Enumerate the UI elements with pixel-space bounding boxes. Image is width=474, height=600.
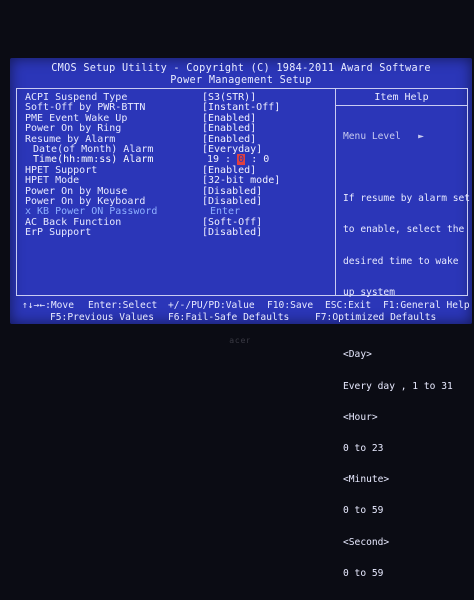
key-save: F10:Save: [267, 300, 314, 311]
help-day-heading: <Day>: [343, 349, 372, 361]
bios-screen: CMOS Setup Utility - Copyright (C) 1984-…: [10, 58, 472, 579]
help-text-line: If resume by alarm set: [343, 193, 471, 205]
help-text-line: up system: [343, 286, 395, 298]
help-text-line: desired time to wake: [343, 255, 459, 267]
key-previous-values: F5:Previous Values: [50, 311, 154, 323]
setting-hpet-mode[interactable]: HPET Mode [32-bit mode]: [25, 175, 330, 187]
help-minute-range: 0 to 59: [343, 505, 384, 517]
help-panel: Menu Level ► If resume by alarm set to e…: [343, 111, 471, 600]
setting-label: ErP Support: [25, 227, 92, 239]
page-title: Power Management Setup: [170, 75, 312, 86]
help-separator: [336, 105, 467, 106]
help-hour-heading: <Hour>: [343, 411, 378, 423]
menu-level: Menu Level ►: [343, 130, 424, 142]
bios-header: CMOS Setup Utility - Copyright (C) 1984-…: [10, 58, 472, 88]
help-hour-range: 0 to 23: [343, 442, 384, 454]
time-hour-field[interactable]: 19 :: [207, 154, 231, 165]
settings-list: ACPI Suspend Type [S3(STR)] Soft-Off by …: [25, 92, 330, 239]
setting-value[interactable]: [Disabled]: [202, 227, 262, 238]
key-legend: ↑↓→←:Move Enter:Select +/-/PU/PD:Value F…: [10, 300, 472, 323]
app-title: CMOS Setup Utility - Copyright (C) 1984-…: [51, 63, 431, 74]
key-general-help: F1:General Help: [383, 300, 470, 311]
help-title: Item Help: [374, 92, 429, 103]
key-select: Enter:Select: [88, 300, 158, 311]
settings-frame: ACPI Suspend Type [S3(STR)] Soft-Off by …: [16, 88, 470, 579]
setting-label: HPET Mode: [25, 175, 80, 187]
help-second-range: 0 to 59: [343, 567, 384, 579]
setting-value[interactable]: [32-bit mode]: [202, 175, 280, 186]
key-failsafe-defaults: F6:Fail-Safe Defaults: [168, 311, 290, 323]
key-exit: ESC:Exit: [325, 300, 372, 311]
help-second-heading: <Second>: [343, 536, 390, 548]
key-optimized-defaults: F7:Optimized Defaults: [315, 311, 437, 323]
setting-erp-support[interactable]: ErP Support [Disabled]: [25, 227, 330, 239]
time-second-field[interactable]: : 0: [251, 154, 269, 165]
key-value: +/-/PU/PD:Value: [168, 300, 255, 311]
panel-divider: [335, 89, 336, 295]
time-minute-field[interactable]: 0: [237, 154, 246, 166]
help-minute-heading: <Minute>: [343, 474, 390, 486]
setting-power-on-by-ring[interactable]: Power On by Ring [Enabled]: [25, 123, 330, 134]
help-day-range: Every day , 1 to 31: [343, 380, 453, 392]
help-text-line: to enable, select the: [343, 224, 465, 236]
key-move: ↑↓→←:Move: [22, 300, 74, 311]
monitor-brand-logo: acer: [229, 336, 251, 345]
